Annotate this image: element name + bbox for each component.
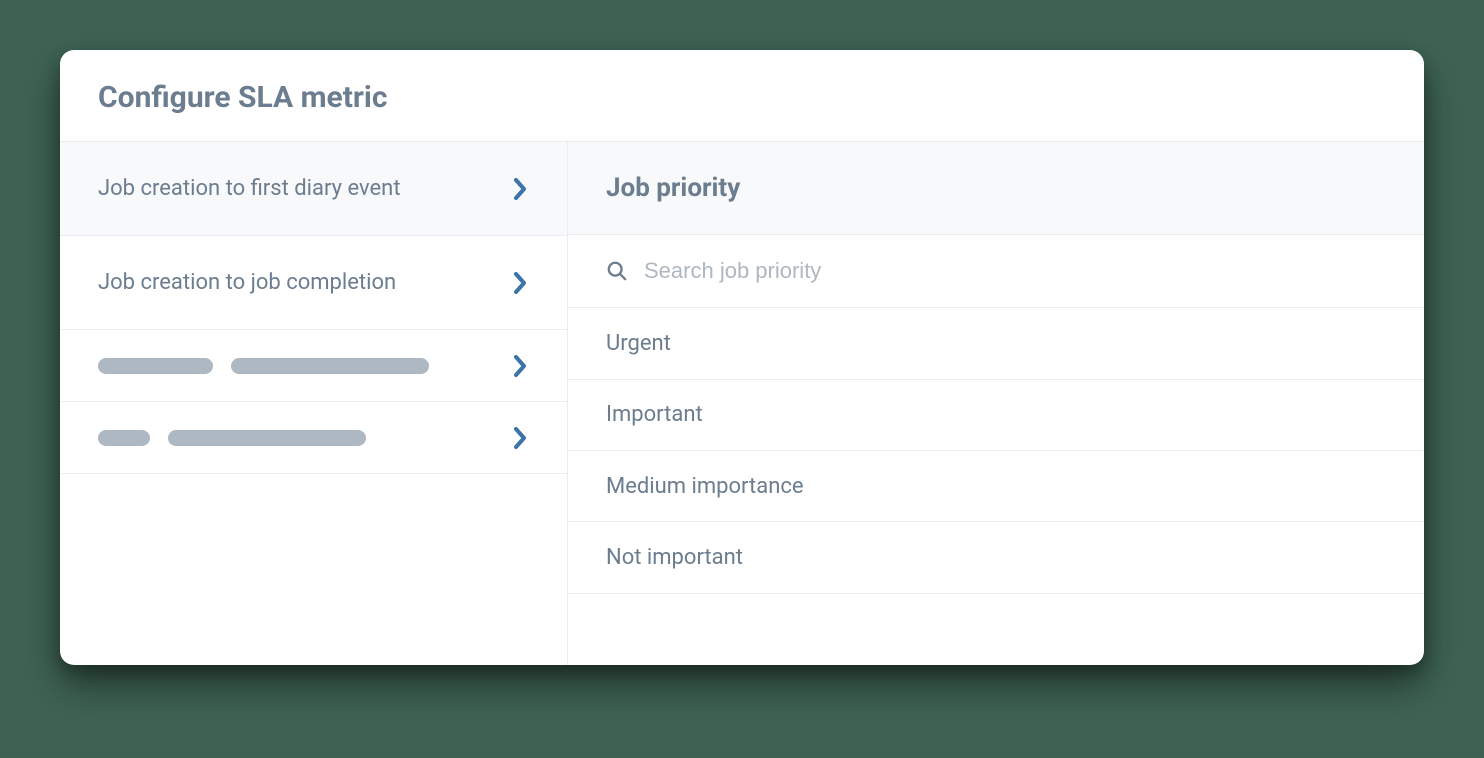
priority-label: Urgent xyxy=(606,331,671,356)
priority-panel: Job priority Urgent Important Medium imp… xyxy=(568,142,1424,665)
chevron-right-icon xyxy=(513,271,529,295)
priority-item-empty xyxy=(568,594,1424,665)
placeholder-bars xyxy=(98,430,366,446)
priority-search-input[interactable] xyxy=(644,258,1386,284)
panel-title: Configure SLA metric xyxy=(98,80,1386,115)
metric-list: Job creation to first diary event Job cr… xyxy=(60,142,568,665)
priority-label: Not important xyxy=(606,545,743,570)
priority-search-row xyxy=(568,235,1424,308)
panel-header: Configure SLA metric xyxy=(60,50,1424,142)
priority-item-medium[interactable]: Medium importance xyxy=(568,451,1424,522)
priority-item-not-important[interactable]: Not important xyxy=(568,522,1424,593)
priority-item-important[interactable]: Important xyxy=(568,380,1424,451)
chevron-right-icon xyxy=(513,354,529,378)
configure-sla-panel: Configure SLA metric Job creation to fir… xyxy=(60,50,1424,665)
chevron-right-icon xyxy=(513,177,529,201)
metric-label: Job creation to first diary event xyxy=(98,176,401,201)
panel-body: Job creation to first diary event Job cr… xyxy=(60,142,1424,665)
metric-row-job-completion[interactable]: Job creation to job completion xyxy=(60,236,567,330)
metric-label: Job creation to job completion xyxy=(98,270,396,295)
chevron-right-icon xyxy=(513,426,529,450)
placeholder-bars xyxy=(98,358,429,374)
priority-title: Job priority xyxy=(606,173,740,203)
priority-item-urgent[interactable]: Urgent xyxy=(568,308,1424,379)
metric-row-first-diary-event[interactable]: Job creation to first diary event xyxy=(60,142,567,236)
search-icon xyxy=(606,260,628,282)
priority-label: Important xyxy=(606,402,703,427)
priority-label: Medium importance xyxy=(606,474,804,499)
metric-row-placeholder[interactable] xyxy=(60,330,567,402)
metric-row-placeholder[interactable] xyxy=(60,402,567,474)
priority-header: Job priority xyxy=(568,142,1424,235)
